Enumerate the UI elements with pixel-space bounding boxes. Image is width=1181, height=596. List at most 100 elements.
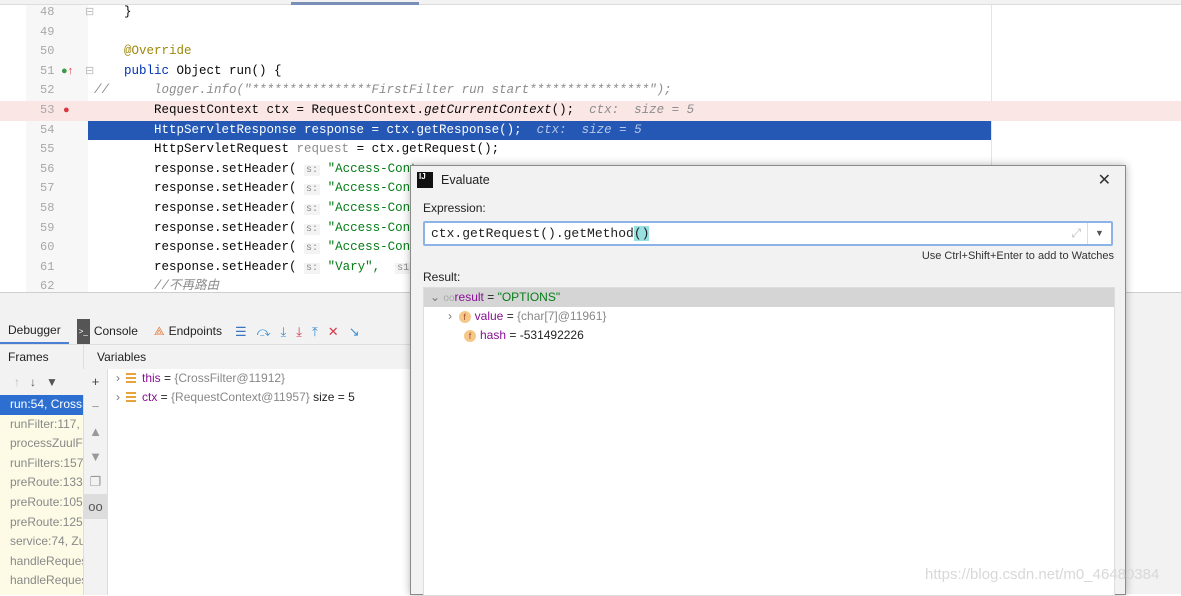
- variable-row[interactable]: › ctx = {RequestContext@11957} size = 5: [108, 388, 414, 407]
- duplicate-icon[interactable]: ❐: [84, 469, 107, 494]
- dialog-title-bar: IJ Evaluate: [411, 166, 1125, 194]
- code-line[interactable]: 54 HttpServletResponse response = ctx.ge…: [0, 120, 1181, 141]
- breakpoint-icon[interactable]: ●: [63, 101, 70, 121]
- fold-icon[interactable]: ⊟: [85, 5, 94, 23]
- drop-frame-icon[interactable]: ✕: [323, 324, 344, 340]
- code-text: HttpServletResponse response = ctx.getRe…: [94, 121, 642, 141]
- code-text: RequestContext ctx = RequestContext.getC…: [94, 101, 694, 121]
- code-token: response.setHeader(: [94, 181, 305, 196]
- force-step-into-icon[interactable]: ⤓: [291, 324, 307, 340]
- code-token: "Access-Cont: [320, 201, 418, 215]
- tab-debugger[interactable]: Debugger: [0, 319, 69, 344]
- console-icon: >_: [76, 319, 90, 344]
- arrow-up-icon[interactable]: ↑: [14, 375, 20, 389]
- equals: =: [503, 309, 518, 323]
- gutter-highlight: [26, 101, 88, 121]
- variable-icon: [126, 373, 136, 383]
- code-token: RequestContext ctx = RequestContext.: [94, 103, 425, 117]
- frame-item[interactable]: service:74, Zu: [0, 532, 83, 552]
- code-token: response.setHeader(: [94, 240, 305, 255]
- result-child-row[interactable]: › f value = {char[7]@11961}: [424, 307, 1114, 326]
- variable-icon: [126, 392, 136, 402]
- frame-item[interactable]: preRoute:105,: [0, 493, 83, 513]
- code-token: "Access-Cont: [320, 161, 418, 176]
- run-to-cursor-icon[interactable]: ↘: [344, 324, 365, 340]
- equals: =: [157, 390, 172, 404]
- variable-row[interactable]: › this = {CrossFilter@11912}: [108, 369, 414, 388]
- frames-toolbar: ↑ ↓ ▼: [0, 369, 84, 395]
- variable-value: {CrossFilter@11912}: [174, 371, 286, 385]
- tab-label: Endpoints: [168, 324, 222, 338]
- code-text: //不再路由: [94, 277, 219, 292]
- frame-item[interactable]: preRoute:133,: [0, 473, 83, 493]
- line-number: 48: [40, 5, 55, 19]
- code-line[interactable]: 53 ● RequestContext ctx = RequestContext.…: [0, 101, 1181, 121]
- expression-input[interactable]: ctx.getRequest().getMethod() ⤢ ▼: [423, 221, 1113, 246]
- code-line[interactable]: 51 ●↑ ⊟ public Object run() {: [0, 62, 1181, 82]
- line-number: 50: [40, 44, 55, 59]
- history-dropdown-icon[interactable]: ▼: [1087, 223, 1111, 244]
- frame-item[interactable]: runFilters:157,: [0, 454, 83, 474]
- line-number: 61: [40, 259, 55, 274]
- tab-label: Debugger: [8, 323, 61, 337]
- code-line[interactable]: 49: [0, 23, 1181, 43]
- arrow-down-icon[interactable]: ↓: [30, 375, 36, 389]
- code-token: logger.info("****************FirstFilter…: [154, 83, 672, 98]
- line-number: 62: [40, 279, 55, 292]
- frame-item[interactable]: handleReques: [0, 571, 83, 591]
- code-token: "Access-Cont: [320, 240, 418, 255]
- tab-console[interactable]: >_ Console: [69, 319, 146, 344]
- frames-list: run:54, CrossF runFilter:117, processZuulF…: [0, 395, 84, 595]
- chevron-right-icon[interactable]: ›: [116, 371, 120, 385]
- line-number: 59: [40, 220, 55, 235]
- intellij-logo-icon: IJ: [417, 172, 433, 188]
- result-row[interactable]: ⌄ ooresult = "OPTIONS": [424, 288, 1114, 307]
- frame-item[interactable]: preRoute:125,: [0, 513, 83, 533]
- code-line[interactable]: 52 // logger.info("****************FirstF…: [0, 81, 1181, 101]
- code-token: HttpServletRequest: [94, 142, 297, 157]
- line-number: 52: [40, 83, 55, 98]
- filter-icon[interactable]: ▼: [46, 375, 58, 389]
- code-text: response.setHeader( s: "Vary", s1: ": [94, 258, 432, 279]
- line-number: 56: [40, 161, 55, 176]
- chevron-right-icon[interactable]: ›: [116, 390, 120, 404]
- chevron-right-icon[interactable]: ›: [448, 309, 452, 323]
- equals: =: [483, 290, 498, 304]
- step-over-icon[interactable]: ⤼: [252, 324, 276, 340]
- frame-item[interactable]: run:54, CrossF: [0, 395, 83, 415]
- line-number: 55: [40, 142, 55, 157]
- line-number: 53: [40, 103, 55, 117]
- step-out-icon[interactable]: ⤒: [307, 324, 323, 340]
- override-icon[interactable]: ●↑: [61, 62, 73, 82]
- glasses-icon[interactable]: oo: [84, 494, 107, 519]
- field-value: -531492226: [519, 328, 584, 342]
- code-text: public Object run() {: [94, 62, 282, 82]
- frame-item[interactable]: handleReques: [0, 552, 83, 572]
- line-number: 57: [40, 181, 55, 196]
- code-line[interactable]: 55 HttpServletRequest request = ctx.getR…: [0, 140, 1181, 160]
- move-up-icon[interactable]: ▲: [84, 419, 107, 444]
- code-line[interactable]: 50 @Override: [0, 42, 1181, 62]
- code-text: response.setHeader( s: "Access-Cont: [94, 238, 418, 259]
- expand-icon[interactable]: ⤢: [1071, 226, 1081, 241]
- result-label: Result:: [423, 270, 461, 284]
- debugger-tabs: Debugger >_ Console ⟁ Endpoints ☰ ⤼ ⤓ ⤓ ⤒ …: [0, 319, 410, 344]
- frame-item[interactable]: processZuulFi: [0, 434, 83, 454]
- add-watch-icon[interactable]: +: [84, 369, 107, 394]
- field-name: value: [474, 309, 504, 323]
- code-token: s:: [304, 243, 321, 255]
- menu-icon[interactable]: ☰: [230, 324, 252, 340]
- result-child-row[interactable]: f hash = -531492226: [424, 326, 1114, 345]
- code-line[interactable]: 48 ⊟ }: [0, 5, 1181, 23]
- fold-icon[interactable]: ⊟: [85, 62, 94, 82]
- remove-watch-icon[interactable]: −: [84, 394, 107, 419]
- chevron-down-icon[interactable]: ⌄: [430, 290, 440, 304]
- tab-endpoints[interactable]: ⟁ Endpoints: [146, 319, 230, 344]
- close-icon[interactable]: ✕: [1098, 170, 1111, 190]
- step-into-icon[interactable]: ⤓: [276, 324, 292, 340]
- move-down-icon[interactable]: ▼: [84, 444, 107, 469]
- frame-item[interactable]: runFilter:117,: [0, 415, 83, 435]
- code-text: response.setHeader( s: "Access-Cont: [94, 160, 418, 181]
- endpoints-icon: ⟁: [153, 324, 165, 338]
- code-token: ();: [551, 103, 590, 117]
